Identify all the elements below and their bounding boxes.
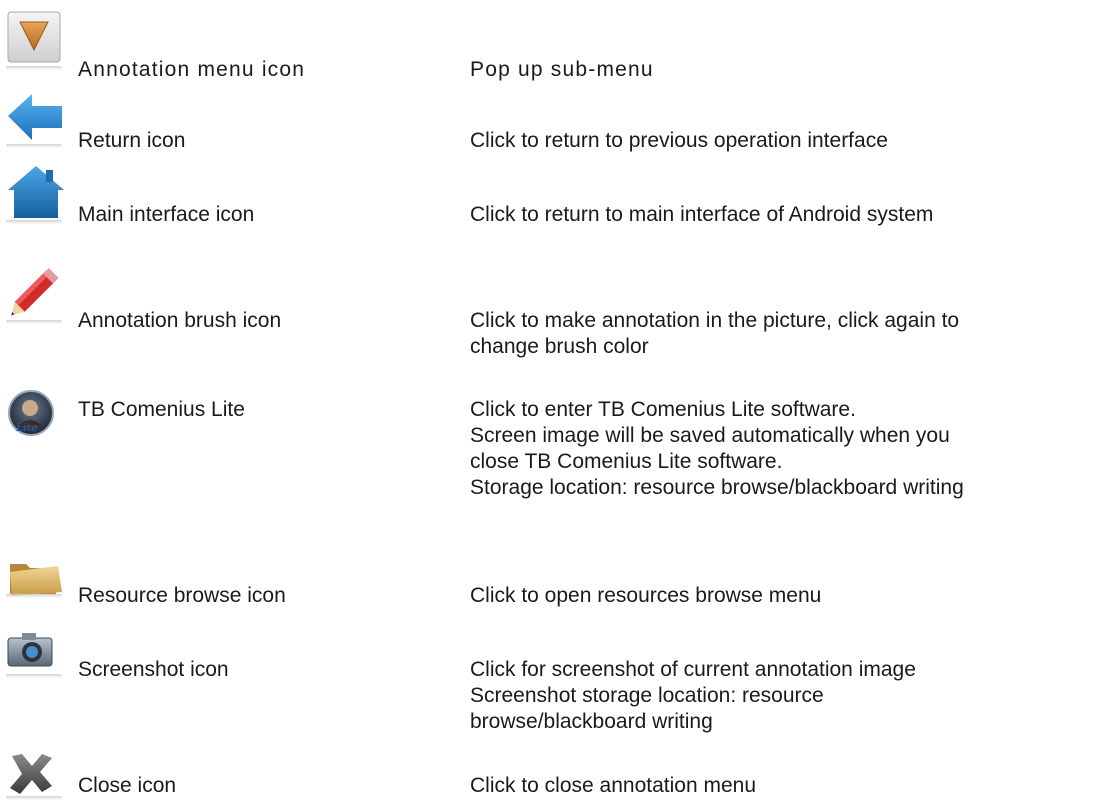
item-description: Click for screenshot of current annotati… bbox=[470, 657, 1101, 735]
item-description: Click to return to main interface of And… bbox=[470, 202, 1101, 228]
description-line: close TB Comenius Lite software. bbox=[470, 450, 783, 473]
item-description: Click to close annotation menu bbox=[470, 773, 1101, 799]
description-line: Pop up sub-menu bbox=[470, 58, 654, 81]
camera-icon bbox=[6, 630, 56, 670]
description-line: Storage location: resource browse/blackb… bbox=[470, 476, 964, 499]
pencil-icon bbox=[6, 262, 66, 322]
item-name: Main interface icon bbox=[78, 203, 255, 226]
description-line: Click to close annotation menu bbox=[470, 774, 756, 797]
description-line: change brush color bbox=[470, 335, 649, 358]
item-name: TB Comenius Lite bbox=[78, 398, 245, 421]
item-description: Click to return to previous operation in… bbox=[470, 128, 1101, 154]
description-line: Click to enter TB Comenius Lite software… bbox=[470, 398, 856, 421]
close-x-icon bbox=[6, 752, 56, 796]
item-description: Click to enter TB Comenius Lite software… bbox=[470, 397, 1101, 501]
description-line: Click to return to main interface of And… bbox=[470, 203, 934, 226]
item-name: Screenshot icon bbox=[78, 658, 229, 681]
description-line: Click to return to previous operation in… bbox=[470, 129, 888, 152]
description-line: Screen image will be saved automatically… bbox=[470, 424, 950, 447]
item-name: Resource browse icon bbox=[78, 584, 286, 607]
item-name: Annotation brush icon bbox=[78, 309, 282, 332]
item-name: Annotation menu icon bbox=[78, 58, 306, 81]
description-line: Click to open resources browse menu bbox=[470, 584, 822, 607]
description-line: Click to make annotation in the picture,… bbox=[470, 309, 960, 332]
item-name: Return icon bbox=[78, 129, 186, 152]
triangle-down-icon bbox=[6, 10, 62, 66]
comenius-lite-icon: Lite bbox=[6, 390, 56, 440]
description-line: browse/blackboard writing bbox=[470, 710, 713, 733]
description-line: Screenshot storage location: resource bbox=[470, 684, 824, 707]
item-description: Pop up sub-menu bbox=[470, 57, 1101, 83]
item-name: Close icon bbox=[78, 774, 177, 797]
arrow-left-icon bbox=[6, 92, 66, 144]
home-icon bbox=[6, 164, 66, 222]
item-description: Click to make annotation in the picture,… bbox=[470, 308, 1101, 360]
folder-icon bbox=[6, 558, 66, 598]
description-line: Click for screenshot of current annotati… bbox=[470, 658, 916, 681]
icon-caption: Lite bbox=[16, 421, 38, 434]
item-description: Click to open resources browse menu bbox=[470, 583, 1101, 609]
